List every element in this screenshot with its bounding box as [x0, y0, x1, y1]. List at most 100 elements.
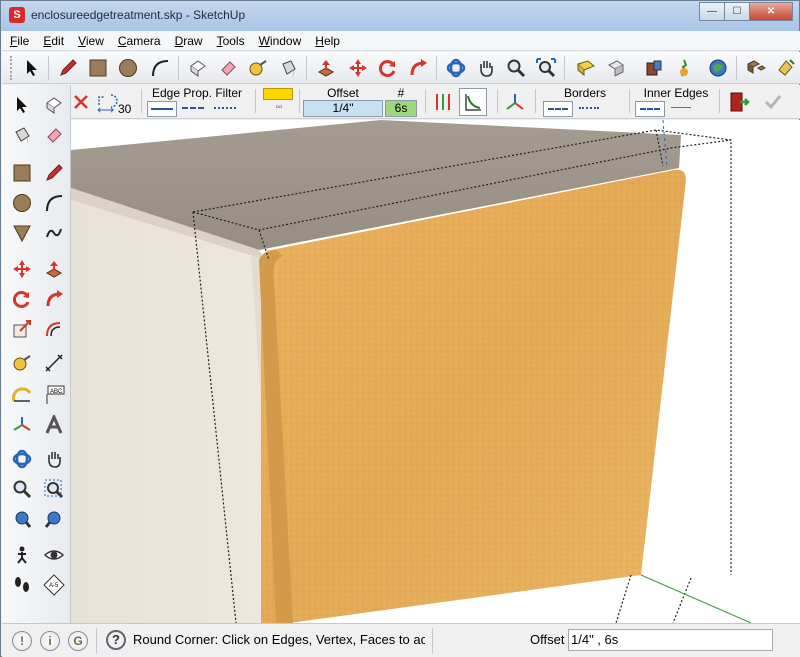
menu-view[interactable]: View — [78, 34, 104, 48]
rectangle-icon[interactable] — [86, 56, 110, 80]
section-plane-icon[interactable]: A-5 — [40, 571, 68, 599]
zoom-icon[interactable] — [504, 56, 528, 80]
extension-warehouse-icon[interactable] — [672, 56, 696, 80]
inner-edges-solid-button[interactable] — [635, 101, 665, 117]
arc-icon[interactable] — [40, 189, 68, 217]
eraser-icon[interactable] — [216, 56, 240, 80]
select-arrow-icon[interactable] — [8, 91, 36, 119]
tape-measure-icon[interactable] — [8, 349, 36, 377]
sketchup-app-icon[interactable]: S — [9, 7, 25, 23]
roundcorner-tool-icon[interactable] — [774, 56, 798, 80]
orbit-icon[interactable] — [8, 445, 36, 473]
geo-location-icon[interactable] — [706, 56, 730, 80]
pencil-icon[interactable] — [56, 56, 80, 80]
menu-draw[interactable]: Draw — [175, 34, 203, 48]
highlight-color-swatch[interactable] — [263, 88, 293, 100]
scale-icon[interactable] — [8, 315, 36, 343]
walk-footprints-icon[interactable] — [8, 571, 36, 599]
protractor-icon[interactable] — [8, 381, 36, 409]
follow-me-icon[interactable] — [40, 285, 68, 313]
orbit-icon[interactable] — [444, 56, 468, 80]
bounding-box-bottom — [615, 574, 692, 623]
offset-icon[interactable] — [40, 315, 68, 343]
credits-status-icon[interactable]: i — [40, 631, 60, 651]
count-input[interactable]: 6s — [385, 100, 417, 117]
minimize-button[interactable]: — — [699, 2, 725, 21]
geo-location-status-icon[interactable]: ! — [12, 631, 32, 651]
menu-tools[interactable]: Tools — [217, 34, 245, 48]
previous-view-icon[interactable] — [8, 505, 36, 533]
close-button[interactable]: ✕ — [749, 2, 793, 21]
get-models-icon[interactable] — [574, 56, 598, 80]
pan-hand-icon[interactable] — [40, 445, 68, 473]
curve-profile-icon[interactable] — [459, 88, 487, 116]
rotate-icon[interactable] — [376, 56, 400, 80]
cancel-x-icon[interactable] — [71, 90, 91, 114]
offset-input[interactable]: 1/4" — [303, 100, 383, 117]
menu-camera[interactable]: Camera — [118, 34, 161, 48]
edge-filter-solid-button[interactable] — [147, 101, 177, 117]
zoom-extents-icon[interactable] — [534, 56, 558, 80]
circle-icon[interactable] — [8, 189, 36, 217]
share-model-icon[interactable] — [604, 56, 628, 80]
title-bar[interactable]: S enclosureedgetreatment.skp - SketchUp … — [1, 1, 799, 31]
dimensions-icon[interactable] — [40, 349, 68, 377]
component-icon[interactable] — [642, 56, 666, 80]
push-pull-icon[interactable] — [40, 255, 68, 283]
validate-check-icon[interactable] — [761, 90, 785, 114]
menu-file[interactable]: File — [10, 34, 29, 48]
menu-help[interactable]: Help — [315, 34, 340, 48]
outliner-icon[interactable] — [744, 56, 768, 80]
instructor-help-icon[interactable]: ? — [106, 630, 126, 650]
3d-text-icon[interactable] — [40, 411, 68, 439]
pencil-icon[interactable] — [40, 159, 68, 187]
circle-icon[interactable] — [116, 56, 140, 80]
account-status-icon[interactable]: G — [68, 631, 88, 651]
menu-edit[interactable]: Edit — [43, 34, 64, 48]
tape-measure-icon[interactable] — [246, 56, 270, 80]
edge-filter-dashed-button[interactable] — [179, 101, 209, 117]
move-icon[interactable] — [346, 56, 370, 80]
offset-label: Offset — [327, 86, 359, 100]
model-canvas — [71, 120, 752, 623]
maximize-button[interactable]: ☐ — [724, 2, 750, 21]
borders-dashed-button[interactable] — [575, 101, 605, 117]
push-pull-icon[interactable] — [314, 56, 338, 80]
menu-window[interactable]: Window — [259, 34, 302, 48]
segments-value[interactable]: 30 — [118, 102, 131, 116]
next-view-icon[interactable] — [40, 505, 68, 533]
toolbar-separator — [178, 56, 179, 80]
exit-door-icon[interactable] — [727, 90, 751, 114]
freehand-icon[interactable] — [40, 219, 68, 247]
move-icon[interactable] — [8, 255, 36, 283]
corner-mode-button[interactable]: ▫▫ — [264, 102, 294, 117]
arc-icon[interactable] — [148, 56, 172, 80]
zoom-icon[interactable] — [8, 475, 36, 503]
colored-edges-icon[interactable] — [431, 90, 455, 114]
toolbar-grip[interactable] — [10, 56, 14, 80]
make-component-icon[interactable] — [186, 56, 210, 80]
rectangle-icon[interactable] — [8, 159, 36, 187]
make-component-icon[interactable] — [40, 91, 68, 119]
zoom-window-icon[interactable] — [40, 475, 68, 503]
polygon-icon[interactable] — [8, 219, 36, 247]
paint-bucket-icon[interactable] — [8, 121, 36, 149]
pan-hand-icon[interactable] — [474, 56, 498, 80]
rotate-icon[interactable] — [8, 285, 36, 313]
eraser-icon[interactable] — [40, 121, 68, 149]
count-label: # — [397, 86, 405, 100]
borders-solid-button[interactable] — [543, 101, 573, 117]
measurements-box[interactable]: 1/4" , 6s — [568, 629, 773, 651]
inner-edges-dashed-button[interactable] — [667, 101, 697, 117]
paint-bucket-icon[interactable] — [276, 56, 300, 80]
position-camera-icon[interactable] — [8, 541, 36, 569]
axes-icon[interactable] — [8, 411, 36, 439]
borders-label: Borders — [563, 86, 607, 100]
select-arrow-icon[interactable] — [20, 56, 44, 80]
drawing-viewport[interactable] — [71, 120, 800, 623]
look-around-eye-icon[interactable] — [40, 541, 68, 569]
edge-filter-dotted-button[interactable] — [211, 101, 241, 117]
text-label-icon[interactable]: ABC — [40, 381, 68, 409]
follow-me-icon[interactable] — [406, 56, 430, 80]
axis-triad-icon[interactable] — [503, 90, 527, 114]
